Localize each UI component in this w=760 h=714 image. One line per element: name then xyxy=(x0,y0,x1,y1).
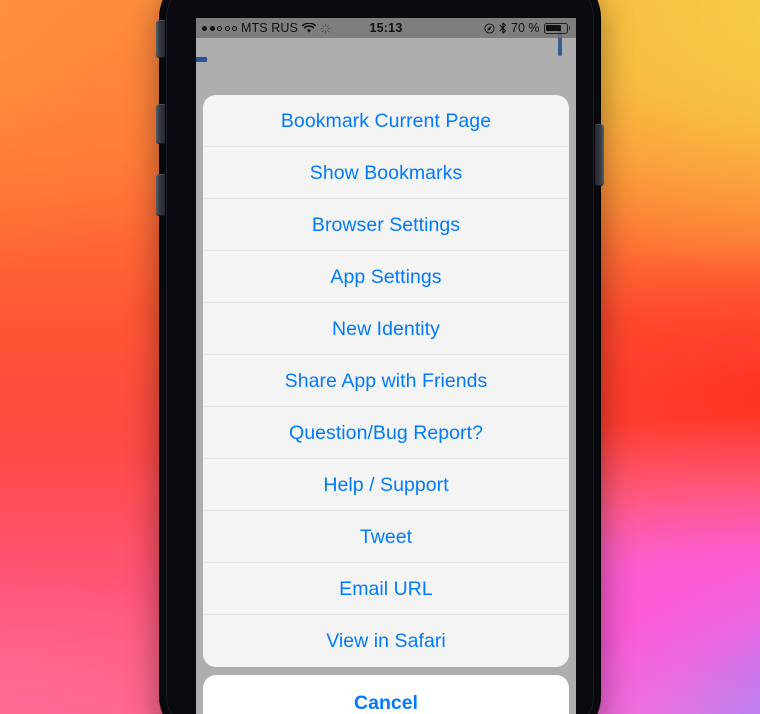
action-sheet-item-app-settings[interactable]: App Settings xyxy=(203,251,569,303)
action-sheet-item-label: Tweet xyxy=(359,525,413,548)
cancel-button-label: Cancel xyxy=(354,691,418,714)
action-sheet-item-bookmark-current-page[interactable]: Bookmark Current Page xyxy=(203,95,569,147)
action-sheet-item-label: Help / Support xyxy=(323,473,449,496)
action-sheet-item-help-support[interactable]: Help / Support xyxy=(203,459,569,511)
action-sheet-item-label: Browser Settings xyxy=(311,213,461,236)
action-sheet-item-tweet[interactable]: Tweet xyxy=(203,511,569,563)
action-sheet-item-browser-settings[interactable]: Browser Settings xyxy=(203,199,569,251)
action-sheet-item-email-url[interactable]: Email URL xyxy=(203,563,569,615)
screenshot-stage: MTS RUS 15:13 70 % Bookmark Current Page… xyxy=(0,0,760,714)
battery-fill xyxy=(546,25,561,31)
action-sheet-item-show-bookmarks[interactable]: Show Bookmarks xyxy=(203,147,569,199)
action-sheet-item-label: Question/Bug Report? xyxy=(289,421,483,444)
bluetooth-icon xyxy=(499,22,507,34)
battery-cap xyxy=(568,26,570,30)
power-button[interactable] xyxy=(595,124,604,186)
action-sheet: Bookmark Current Page Show Bookmarks Bro… xyxy=(203,95,569,667)
battery-icon xyxy=(543,22,570,34)
action-sheet-item-label: Bookmark Current Page xyxy=(280,109,492,132)
volume-down-button[interactable] xyxy=(156,174,165,216)
action-sheet-item-label: Email URL xyxy=(339,577,433,600)
action-sheet-container: Bookmark Current Page Show Bookmarks Bro… xyxy=(196,95,576,714)
action-sheet-item-label: New Identity xyxy=(332,317,440,340)
phone-screen: MTS RUS 15:13 70 % Bookmark Current Page… xyxy=(196,18,576,714)
status-bar: MTS RUS 15:13 70 % xyxy=(196,18,576,38)
volume-up-button[interactable] xyxy=(156,104,165,144)
action-sheet-item-new-identity[interactable]: New Identity xyxy=(203,303,569,355)
silent-switch-button[interactable] xyxy=(156,20,165,58)
status-bar-right: 70 % xyxy=(484,21,576,35)
action-sheet-item-label: Show Bookmarks xyxy=(309,161,463,184)
action-sheet-item-label: Share App with Friends xyxy=(284,369,488,392)
battery-percent-label: 70 % xyxy=(511,21,540,35)
action-sheet-item-question-bug-report[interactable]: Question/Bug Report? xyxy=(203,407,569,459)
location-services-icon xyxy=(484,22,495,34)
action-sheet-item-label: App Settings xyxy=(330,265,442,288)
phone-device: MTS RUS 15:13 70 % Bookmark Current Page… xyxy=(156,0,604,714)
cancel-button[interactable]: Cancel xyxy=(203,675,569,714)
action-sheet-item-share-app-with-friends[interactable]: Share App with Friends xyxy=(203,355,569,407)
action-sheet-item-view-in-safari[interactable]: View in Safari xyxy=(203,615,569,667)
action-sheet-item-label: View in Safari xyxy=(326,629,446,652)
